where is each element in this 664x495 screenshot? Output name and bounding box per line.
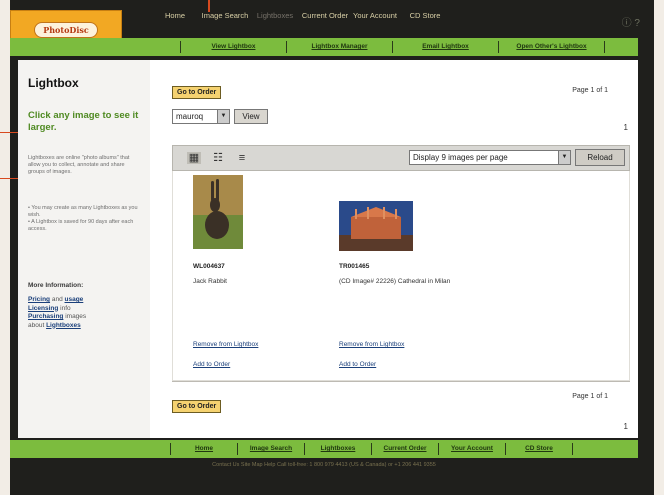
image-caption: Jack Rabbit bbox=[193, 278, 227, 285]
link-text: info bbox=[58, 304, 71, 312]
topnav-image-search[interactable]: Image Search bbox=[200, 11, 250, 21]
images-per-page-select[interactable]: Display 9 images per page ▼ bbox=[409, 150, 571, 165]
help-icon[interactable]: ⓘ ? bbox=[622, 14, 640, 29]
list-item: • You may create as many Lightboxes as y… bbox=[28, 205, 138, 218]
page-number: 1 bbox=[623, 123, 628, 132]
jack-rabbit-thumbnail[interactable] bbox=[193, 175, 243, 249]
lightbox-grid: WL004637 Jack Rabbit Remove from Lightbo… bbox=[172, 171, 630, 381]
callout-marker bbox=[0, 132, 18, 133]
sidebar: Lightbox Click any image to see it large… bbox=[18, 60, 150, 438]
main-content: Go to Order Page 1 of 1 1 mauroq ▼ View … bbox=[150, 60, 638, 438]
topnav-your-account[interactable]: Your Account bbox=[350, 11, 400, 21]
subnav-open-others-lightbox[interactable]: Open Other's Lightbox bbox=[499, 43, 604, 51]
grid-view-icon[interactable]: ▦ bbox=[187, 152, 201, 164]
lightbox-select[interactable]: mauroq ▼ bbox=[172, 109, 230, 124]
subnav-view-lightbox[interactable]: View Lightbox bbox=[181, 43, 286, 51]
cathedral-thumbnail[interactable] bbox=[339, 201, 413, 251]
image-id: TR001465 bbox=[339, 263, 370, 270]
image-caption: (CD Image# 22226) Cathedral in Milan bbox=[339, 278, 451, 285]
sidebar-description: Lightboxes are online "photo albums" tha… bbox=[28, 155, 130, 175]
link-text: about bbox=[28, 321, 47, 329]
image-id: WL004637 bbox=[193, 263, 225, 270]
chevron-down-icon: ▼ bbox=[217, 110, 229, 123]
topnav-cd-store[interactable]: CD Store bbox=[400, 11, 450, 21]
remove-from-lightbox-link[interactable]: Remove from Lightbox bbox=[193, 341, 258, 348]
divider bbox=[172, 381, 630, 382]
image-card: TR001465 (CD Image# 22226) Cathedral in … bbox=[339, 171, 479, 381]
reload-button[interactable]: Reload bbox=[575, 149, 625, 166]
page-indicator: Page 1 of 1 bbox=[572, 393, 608, 400]
per-page-value: Display 9 images per page bbox=[413, 153, 508, 162]
lightbox-toolbar: ▦ ☷ ≡ Display 9 images per page ▼ Reload bbox=[172, 145, 630, 171]
topnav-lightboxes[interactable]: Lightboxes bbox=[250, 11, 300, 21]
subnav-email-lightbox[interactable]: Email Lightbox bbox=[393, 43, 498, 51]
licensing-link[interactable]: Licensing bbox=[28, 305, 58, 312]
sidebar-bullets: • You may create as many Lightboxes as y… bbox=[28, 205, 143, 233]
lightboxes-link[interactable]: Lightboxes bbox=[46, 322, 81, 329]
sidebar-subtitle: Click any image to see it larger. bbox=[28, 110, 139, 133]
topnav-home[interactable]: Home bbox=[150, 11, 200, 21]
go-to-order-button[interactable]: Go to Order bbox=[172, 400, 222, 413]
footer-navigation: Home Image Search Lightboxes Current Ord… bbox=[10, 440, 638, 458]
more-info-links: Pricing and usage Licensing info Purchas… bbox=[28, 296, 138, 330]
add-to-order-link[interactable]: Add to Order bbox=[193, 361, 230, 368]
add-to-order-link[interactable]: Add to Order bbox=[339, 361, 376, 368]
footer-lightboxes[interactable]: Lightboxes bbox=[305, 445, 371, 453]
footer-image-search[interactable]: Image Search bbox=[238, 445, 304, 453]
divider bbox=[604, 41, 605, 53]
footer-current-order[interactable]: Current Order bbox=[372, 445, 438, 453]
image-card: WL004637 Jack Rabbit Remove from Lightbo… bbox=[193, 171, 333, 381]
chevron-down-icon: ▼ bbox=[558, 151, 570, 164]
footer-contact: Contact Us Site Map Help Call toll-free:… bbox=[10, 458, 638, 472]
compact-view-icon[interactable]: ≡ bbox=[235, 152, 249, 164]
usage-link[interactable]: usage bbox=[65, 296, 84, 303]
footer-cd-store[interactable]: CD Store bbox=[506, 445, 572, 453]
sidebar-title: Lightbox bbox=[28, 76, 79, 90]
lightbox-select-value: mauroq bbox=[176, 112, 204, 121]
link-text: images bbox=[63, 313, 87, 320]
remove-from-lightbox-link[interactable]: Remove from Lightbox bbox=[339, 341, 404, 348]
pricing-link[interactable]: Pricing bbox=[28, 296, 50, 303]
view-button[interactable]: View bbox=[234, 109, 268, 124]
more-info-heading: More Information: bbox=[28, 282, 84, 289]
footer-home[interactable]: Home bbox=[171, 445, 237, 453]
logo-text: PhotoDisc bbox=[34, 22, 98, 38]
purchasing-link[interactable]: Purchasing bbox=[28, 313, 63, 320]
page-number: 1 bbox=[623, 422, 628, 431]
bullet-text: A Lightbox is saved for 90 days after ea… bbox=[28, 219, 134, 232]
go-to-order-button[interactable]: Go to Order bbox=[172, 86, 222, 99]
page-indicator: Page 1 of 1 bbox=[572, 87, 608, 94]
topnav-current-order[interactable]: Current Order bbox=[300, 11, 350, 21]
list-item: • A Lightbox is saved for 90 days after … bbox=[28, 219, 134, 232]
callout-marker bbox=[0, 178, 18, 179]
lightbox-subnav: View Lightbox Lightbox Manager Email Lig… bbox=[10, 38, 638, 56]
footer-your-account[interactable]: Your Account bbox=[439, 445, 505, 453]
link-text: and bbox=[50, 296, 65, 303]
subnav-lightbox-manager[interactable]: Lightbox Manager bbox=[287, 43, 392, 51]
divider bbox=[572, 443, 573, 455]
bullet-text: You may create as many Lightboxes as you… bbox=[28, 205, 138, 218]
top-navigation: Home Image Search Lightboxes Current Ord… bbox=[150, 11, 450, 21]
list-view-icon[interactable]: ☷ bbox=[211, 152, 225, 164]
